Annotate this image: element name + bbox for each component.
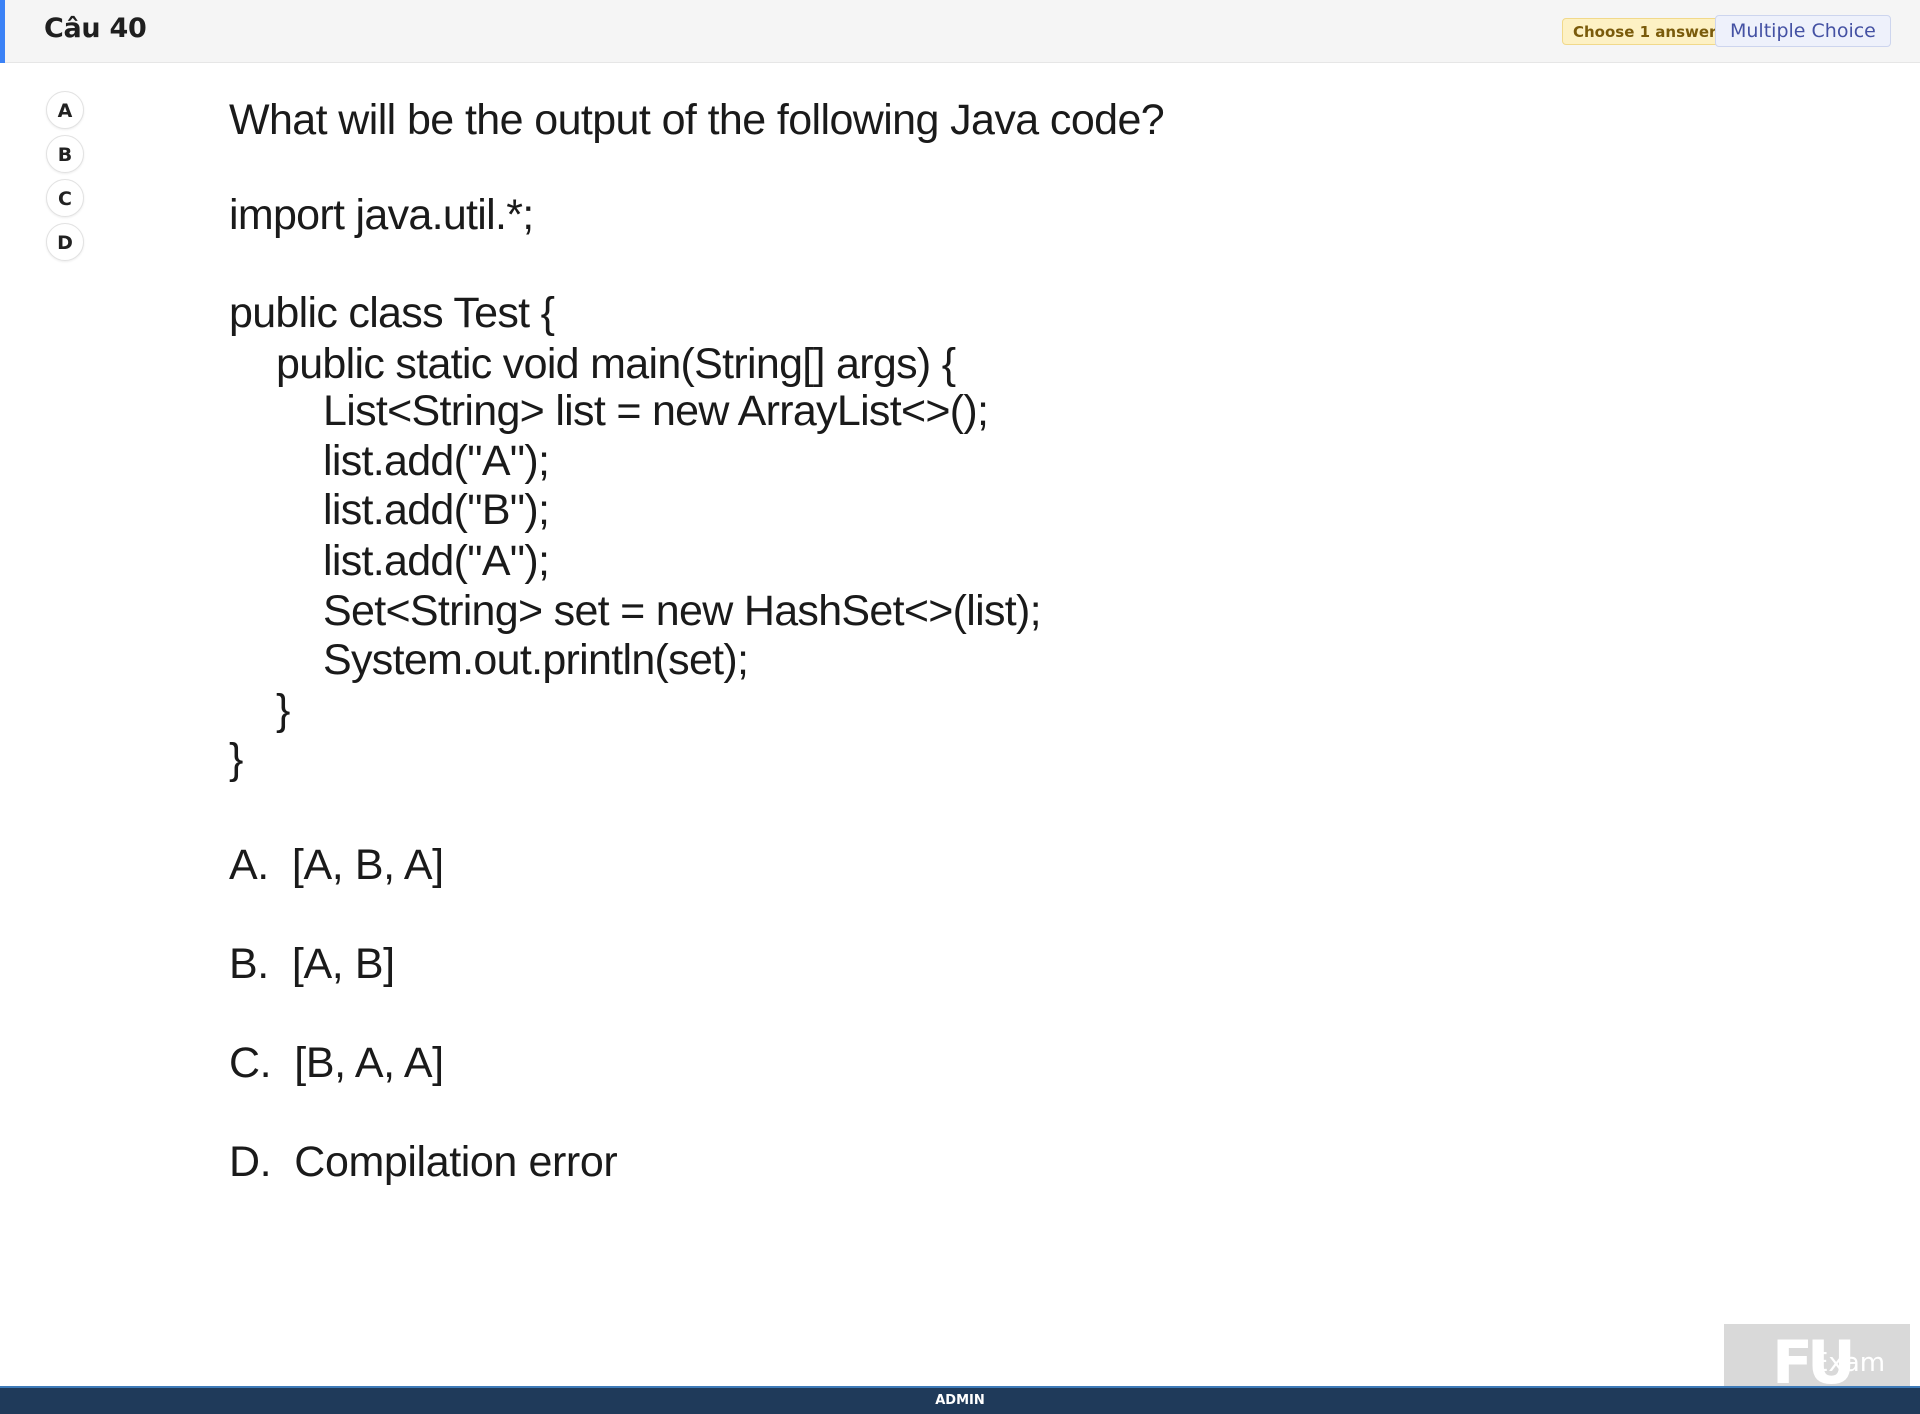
code-line: list.add("A"); [323,537,550,585]
code-line: List<String> list = new ArrayList<>(); [323,387,989,435]
code-line: } [276,686,290,734]
choice-b: B. [A, B] [229,940,395,988]
answer-option-d[interactable]: D [46,223,84,261]
header-accent-bar [0,0,5,63]
question-number-title: Câu 40 [44,13,147,44]
choice-d: D. Compilation error [229,1138,618,1186]
question-prompt: What will be the output of the following… [229,96,1165,144]
answer-option-a[interactable]: A [46,91,84,129]
code-block: import java.util.*; public class Test { … [229,189,1042,826]
code-line: import java.util.*; [229,191,534,239]
footer-admin-label: ADMIN [935,1393,985,1408]
footer-bar: ADMIN [0,1386,1920,1414]
code-line: list.add("A"); [323,437,550,485]
question-content: What will be the output of the following… [229,94,1629,1186]
code-line: public static void main(String[] args) { [276,340,956,388]
choice-c: C. [B, A, A] [229,1039,444,1087]
code-line: } [229,735,243,783]
answer-option-b[interactable]: B [46,135,84,173]
code-line: list.add("B"); [323,486,550,534]
logo-word: Exam [1812,1348,1886,1378]
question-header: Câu 40 Choose 1 answer Multiple Choice [0,0,1920,63]
code-line: public class Test { [229,289,555,337]
answer-option-c[interactable]: C [46,179,84,217]
answer-options: A B C D [46,91,86,267]
question-type-badge: Multiple Choice [1715,15,1891,47]
quiz-page: Câu 40 Choose 1 answer Multiple Choice A… [0,0,1920,1414]
choose-answer-badge: Choose 1 answer [1562,18,1728,45]
code-line: Set<String> set = new HashSet<>(list); [323,587,1042,635]
choice-a: A. [A, B, A] [229,841,444,889]
code-line: System.out.println(set); [323,636,749,684]
